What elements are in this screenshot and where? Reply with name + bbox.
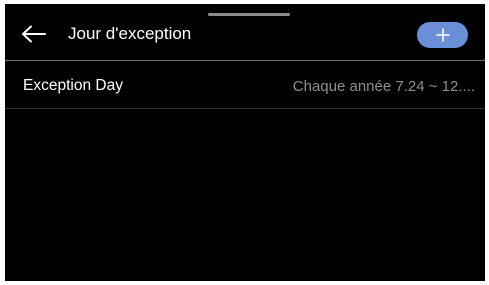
exception-day-screen: Jour d'exception Exception Day Chaque an… <box>5 4 485 281</box>
back-button[interactable] <box>17 19 51 49</box>
add-button[interactable] <box>417 22 468 48</box>
arrow-left-icon <box>22 25 46 43</box>
page-title: Jour d'exception <box>68 24 192 43</box>
plus-icon <box>435 28 450 42</box>
exception-name: Exception Day <box>23 77 123 94</box>
exception-list-item[interactable]: Exception Day Chaque année 7.24 ~ 12.... <box>5 61 485 108</box>
header-bar: Jour d'exception <box>5 4 485 60</box>
list-divider <box>5 108 485 109</box>
exception-schedule: Chaque année 7.24 ~ 12.... <box>292 78 475 95</box>
